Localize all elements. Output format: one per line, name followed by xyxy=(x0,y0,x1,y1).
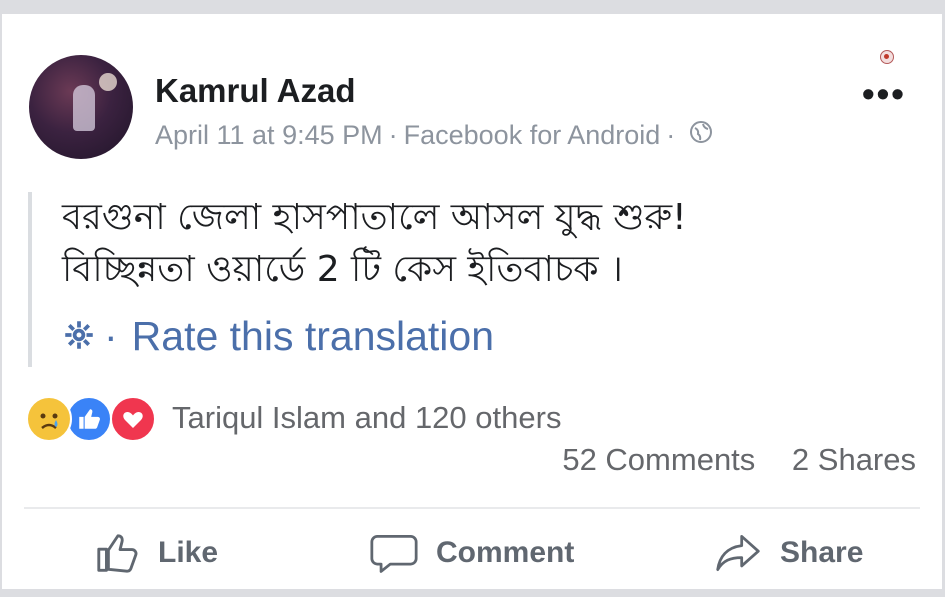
post-source: Facebook for Android xyxy=(403,120,661,150)
avatar-figure xyxy=(73,85,95,131)
share-label: Share xyxy=(780,536,864,569)
comment-bubble-icon xyxy=(370,530,418,576)
engagement-counts: 52 Comments 2 Shares xyxy=(562,442,916,478)
share-arrow-icon xyxy=(714,530,762,576)
reaction-names[interactable]: Tariqul Islam and 120 others xyxy=(172,400,561,436)
like-label: Like xyxy=(158,536,219,569)
avatar[interactable] xyxy=(29,55,133,159)
post-meta: April 11 at 9:45 PM · Facebook for Andro… xyxy=(155,120,713,151)
reactions-summary[interactable]: Tariqul Islam and 120 others xyxy=(26,396,561,442)
gear-icon xyxy=(64,313,94,360)
like-button[interactable]: Like xyxy=(94,530,218,576)
rate-translation-label[interactable]: Rate this translation xyxy=(132,313,494,360)
rate-translation-link[interactable]: · Rate this translation xyxy=(64,313,494,360)
comment-button[interactable]: Comment xyxy=(370,530,574,576)
reaction-icons xyxy=(26,396,158,442)
post-text-line: বিচ্ছিন্নতা ওয়ার্ডে 2 টি কেস ইতিবাচক । xyxy=(62,249,623,290)
author-name[interactable]: Kamrul Azad xyxy=(155,72,355,110)
like-reaction-icon xyxy=(66,396,112,442)
love-reaction-icon xyxy=(110,396,156,442)
thumbs-up-icon xyxy=(94,530,140,576)
action-bar: Like Comment Share xyxy=(2,522,942,588)
more-options-icon[interactable]: ••• xyxy=(862,76,906,112)
post-text-line: বরগুনা জেলা হাসপাতালে আসল যুদ্ধ শুরু! xyxy=(62,197,687,238)
post-quote-bar xyxy=(28,192,32,367)
post-card: Kamrul Azad April 11 at 9:45 PM · Facebo… xyxy=(2,14,942,589)
record-indicator-icon xyxy=(880,50,894,64)
globe-icon xyxy=(689,120,713,151)
meta-separator: · xyxy=(666,120,676,150)
comments-count[interactable]: 52 Comments xyxy=(562,442,755,477)
sad-reaction-icon xyxy=(26,396,72,442)
meta-separator: · xyxy=(388,120,398,150)
share-button[interactable]: Share xyxy=(714,530,863,576)
shares-count[interactable]: 2 Shares xyxy=(792,442,916,477)
rate-separator: · xyxy=(104,313,118,359)
avatar-light xyxy=(99,73,117,91)
comment-label: Comment xyxy=(436,536,575,569)
post-date[interactable]: April 11 at 9:45 PM xyxy=(155,120,383,151)
divider xyxy=(24,507,920,509)
post-text: বরগুনা জেলা হাসপাতালে আসল যুদ্ধ শুরু! বি… xyxy=(62,192,687,296)
